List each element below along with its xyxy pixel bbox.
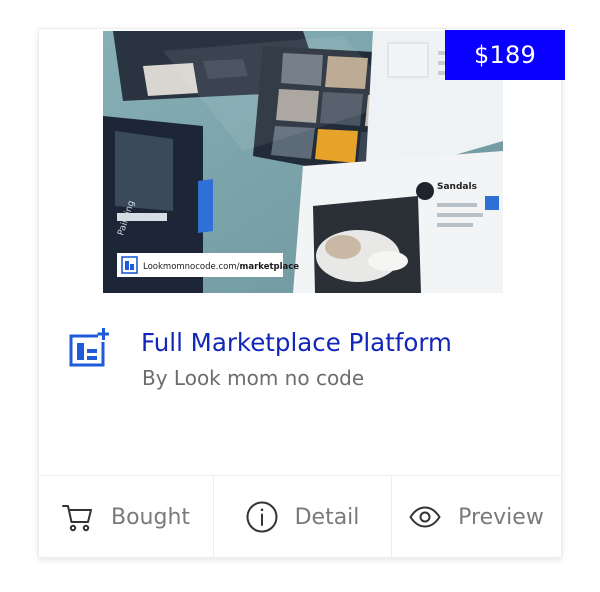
detail-label: Detail [294,504,360,530]
action-bar: Bought Detail Preview [39,475,561,558]
mock-sandals-label: Sandals [437,182,477,192]
bought-button[interactable]: Bought [39,476,213,558]
info-icon [246,501,278,533]
bought-label: Bought [110,504,191,530]
cart-icon [61,501,94,533]
preview-label: Preview [458,504,544,530]
eye-icon [409,501,441,533]
marketplace-add-icon [69,327,110,367]
svg-text:Lookmomnocode.com/marketplace: Lookmomnocode.com/marketplace [143,262,299,272]
product-title[interactable]: Full Marketplace Platform [141,328,452,357]
preview-button[interactable]: Preview [391,476,561,558]
product-card[interactable]: Painting Sandals Lookmomnocode.com/marke… [38,28,565,558]
price-badge: $189 [445,30,565,80]
product-preview-image[interactable]: Painting Sandals Lookmomnocode.com/marke… [103,31,503,293]
product-author: By Look mom no code [142,366,365,390]
banner-url-bold: marketplace [239,262,299,272]
detail-button[interactable]: Detail [213,476,391,558]
banner-url-text: Lookmomnocode.com/ [143,262,240,272]
